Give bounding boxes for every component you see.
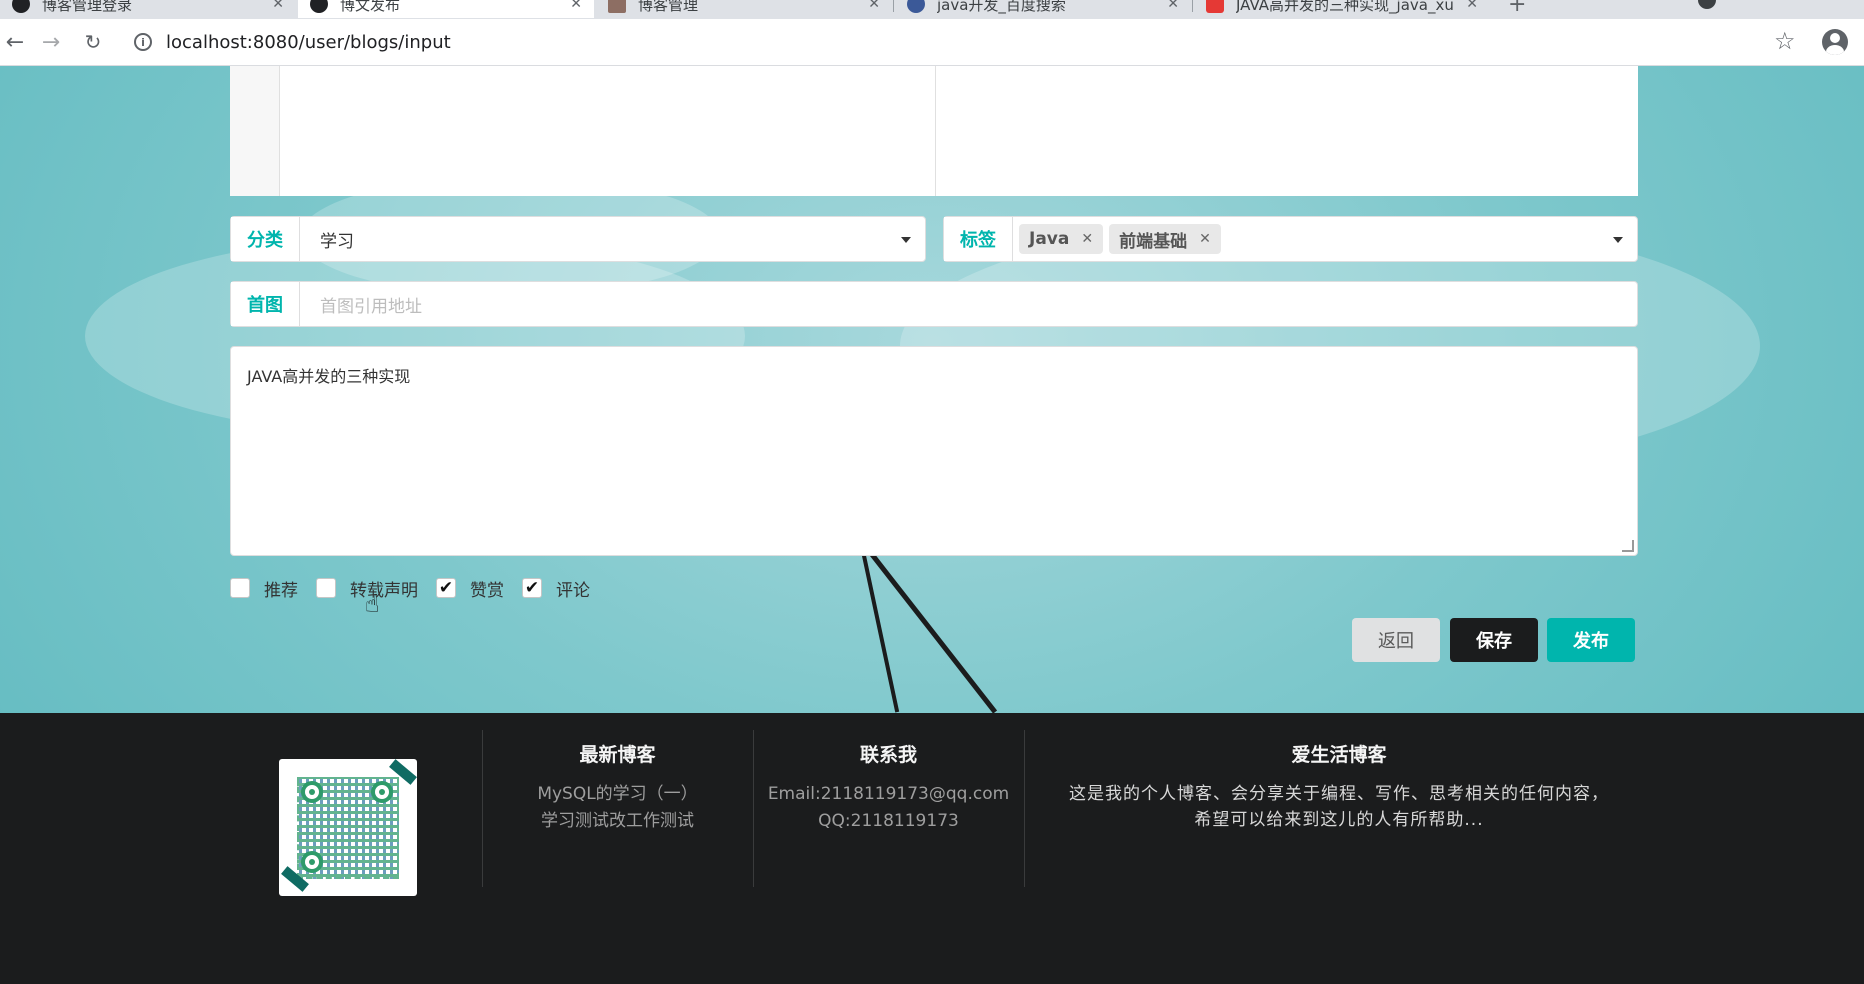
footer-about: 爱生活博客 这是我的个人博客、会分享关于编程、写作、思考相关的任何内容， 希望可… bbox=[1024, 730, 1654, 887]
url-text[interactable]: localhost:8080/user/blogs/input bbox=[166, 32, 451, 53]
tab-title: 博客管理 bbox=[638, 0, 699, 14]
tag-chip-java[interactable]: Java ✕ bbox=[1019, 224, 1104, 254]
footer-latest-title: 最新博客 bbox=[579, 744, 656, 766]
checkbox-box[interactable] bbox=[316, 578, 336, 598]
star-icon[interactable]: ☆ bbox=[1774, 27, 1796, 55]
reload-icon[interactable]: ↻ bbox=[78, 27, 108, 57]
tab-blog-publish[interactable]: 博文发布 ✕ bbox=[298, 0, 594, 18]
tags-dropdown[interactable]: 标签 Java ✕ 前端基础 ✕ bbox=[943, 216, 1638, 262]
footer-contact: 联系我 Email:2118119173@qq.com QQ:211811917… bbox=[753, 730, 1024, 887]
new-tab-plus-icon[interactable]: + bbox=[1508, 0, 1526, 17]
profile-avatar-icon[interactable] bbox=[1822, 29, 1848, 55]
category-value[interactable]: 学习 bbox=[300, 227, 925, 252]
close-icon[interactable]: ✕ bbox=[570, 0, 582, 12]
resize-handle-icon[interactable] bbox=[1622, 540, 1634, 552]
cover-label: 首图 bbox=[231, 282, 300, 326]
footer-contact-title: 联系我 bbox=[859, 744, 917, 766]
cover-image-field[interactable]: 首图 首图引用地址 bbox=[230, 281, 1638, 327]
footer-about-text: 希望可以给来到这儿的人有所帮助... bbox=[1194, 810, 1484, 830]
photo-favicon-icon bbox=[608, 0, 626, 13]
close-icon[interactable]: ✕ bbox=[1167, 0, 1179, 12]
dropdown-caret-icon[interactable] bbox=[901, 237, 911, 243]
remove-tag-icon[interactable]: ✕ bbox=[1081, 231, 1093, 247]
markdown-editor[interactable] bbox=[230, 66, 1638, 196]
site-info-icon[interactable]: i bbox=[134, 33, 152, 51]
options-checkbox-group: 推荐 转载声明 ✔ 赞赏 ✔ 评论 bbox=[230, 576, 608, 601]
close-icon[interactable]: ✕ bbox=[868, 0, 880, 12]
user-avatar-icon bbox=[12, 0, 30, 13]
checkmark-icon[interactable]: ✔ bbox=[436, 578, 456, 598]
dropdown-caret-icon[interactable] bbox=[1613, 237, 1623, 243]
category-label: 分类 bbox=[231, 217, 300, 261]
hand-cursor-icon: ☝ bbox=[365, 590, 380, 618]
tags-label: 标签 bbox=[944, 217, 1013, 261]
footer-blog-link[interactable]: 学习测试改工作测试 bbox=[482, 808, 753, 835]
tag-chip-label: 前端基础 bbox=[1119, 231, 1188, 252]
tab-blog-manage[interactable]: 博客管理 ✕ bbox=[596, 0, 892, 18]
forward-arrow-icon[interactable]: → bbox=[36, 27, 66, 57]
tag-chip-frontend[interactable]: 前端基础 ✕ bbox=[1109, 224, 1221, 254]
tab-csdn-article[interactable]: JAVA高并发的三种实现_java_xu ✕ bbox=[1194, 0, 1490, 18]
description-textarea[interactable]: JAVA高并发的三种实现 bbox=[230, 346, 1638, 556]
close-icon[interactable]: ✕ bbox=[1466, 0, 1478, 12]
tab-title: JAVA高并发的三种实现_java_xu bbox=[1236, 0, 1454, 14]
tag-chip-label: Java bbox=[1029, 229, 1070, 249]
checkbox-box[interactable] bbox=[230, 578, 250, 598]
tab-baidu-search[interactable]: java开发_百度搜索 ✕ bbox=[895, 0, 1191, 18]
checkbox-appreciation[interactable]: ✔ 赞赏 bbox=[436, 576, 504, 601]
background-decoration bbox=[870, 552, 998, 714]
checkbox-label[interactable]: 评论 bbox=[556, 576, 590, 601]
footer-about-text: 这是我的个人博客、会分享关于编程、写作、思考相关的任何内容， bbox=[1069, 784, 1609, 804]
page-viewport: 分类 学习 标签 Java ✕ 前端基础 ✕ 首图 首图引用地址 JAVA高并发… bbox=[0, 66, 1864, 984]
footer-qq: QQ:2118119173 bbox=[818, 811, 959, 831]
footer-email: Email:2118119173@qq.com bbox=[767, 784, 1010, 804]
page-footer: 最新博客 MySQL的学习（一） 学习测试改工作测试 联系我 Email:211… bbox=[0, 713, 1864, 984]
save-button[interactable]: 保存 bbox=[1450, 618, 1538, 662]
checkbox-label[interactable]: 转载声明 bbox=[350, 576, 418, 601]
checkmark-icon[interactable]: ✔ bbox=[522, 578, 542, 598]
editor-preview-divider bbox=[935, 66, 936, 196]
browser-tab-strip: 博客管理登录 ✕ 博文发布 ✕ 博客管理 ✕ java开发_百度搜索 ✕ JAV… bbox=[0, 0, 1864, 19]
browser-toolbar: ← → ↻ i localhost:8080/user/blogs/input … bbox=[0, 19, 1864, 66]
back-button[interactable]: 返回 bbox=[1352, 618, 1440, 662]
tab-title: 博文发布 bbox=[340, 0, 401, 14]
tab-search-icon[interactable] bbox=[1698, 0, 1716, 9]
publish-button[interactable]: 发布 bbox=[1547, 618, 1635, 662]
checkbox-comments[interactable]: ✔ 评论 bbox=[522, 576, 590, 601]
footer-latest-blogs: 最新博客 MySQL的学习（一） 学习测试改工作测试 bbox=[482, 730, 753, 887]
checkbox-label[interactable]: 赞赏 bbox=[470, 576, 504, 601]
tab-blog-login[interactable]: 博客管理登录 ✕ bbox=[0, 0, 296, 18]
description-text[interactable]: JAVA高并发的三种实现 bbox=[247, 367, 410, 386]
address-bar[interactable]: i localhost:8080/user/blogs/input bbox=[120, 23, 1800, 61]
csdn-c-icon bbox=[1206, 0, 1224, 13]
cover-input[interactable]: 首图引用地址 bbox=[300, 292, 1637, 317]
tab-title: 博客管理登录 bbox=[42, 0, 133, 14]
category-dropdown[interactable]: 分类 学习 bbox=[230, 216, 926, 262]
qr-code-image bbox=[279, 759, 417, 896]
user-avatar-icon bbox=[310, 0, 328, 13]
editor-gutter bbox=[230, 66, 280, 196]
tab-title: java开发_百度搜索 bbox=[937, 0, 1066, 14]
baidu-paw-icon bbox=[907, 0, 925, 13]
footer-about-title: 爱生活博客 bbox=[1291, 744, 1387, 766]
checkbox-label[interactable]: 推荐 bbox=[264, 576, 298, 601]
remove-tag-icon[interactable]: ✕ bbox=[1199, 231, 1211, 247]
close-icon[interactable]: ✕ bbox=[272, 0, 284, 12]
back-arrow-icon[interactable]: ← bbox=[0, 27, 30, 57]
footer-blog-link[interactable]: MySQL的学习（一） bbox=[482, 781, 753, 808]
checkbox-recommend[interactable]: 推荐 bbox=[230, 576, 298, 601]
